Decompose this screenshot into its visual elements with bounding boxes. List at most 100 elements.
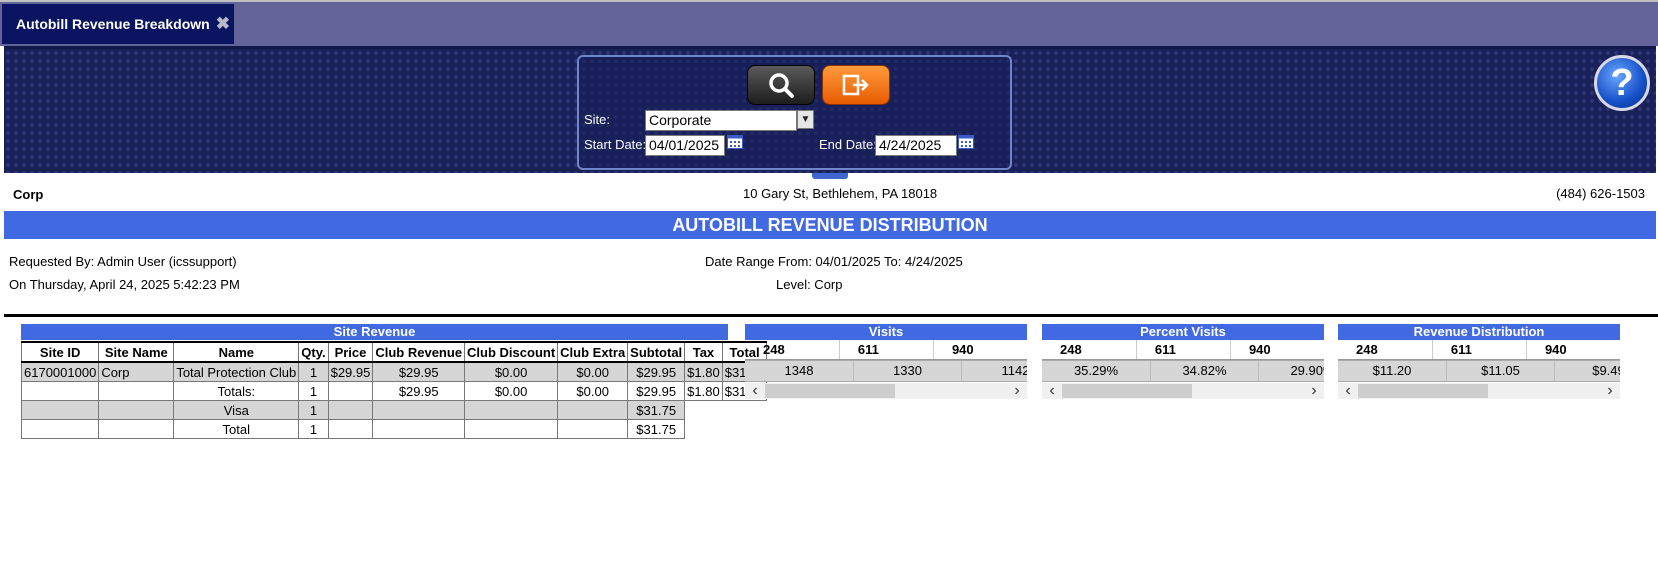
column-header: 940 xyxy=(932,340,1027,359)
totals-qty: 1 xyxy=(298,381,329,401)
cell-subtotal: $29.95 xyxy=(627,361,686,382)
cell-tax: $1.80 xyxy=(684,361,723,382)
chevron-left-icon[interactable]: ‹ xyxy=(745,382,765,400)
end-date-label: End Date: xyxy=(819,137,877,152)
visits-value: 1142 xyxy=(961,361,1027,381)
column-header: 248 xyxy=(1356,342,1378,357)
percent-visits-header: 248 611 940 xyxy=(1042,340,1324,360)
percent-visits-title: Percent Visits xyxy=(1042,324,1324,340)
percent-visits-value: 35.29% xyxy=(1073,363,1119,378)
divider xyxy=(4,314,1658,317)
help-icon[interactable]: ? xyxy=(1594,55,1650,111)
visits-value: 1330 xyxy=(853,361,961,381)
percent-visits-value: 29.90% xyxy=(1258,361,1324,381)
level: Level: Corp xyxy=(776,277,843,292)
revenue-distribution-value: $11.20 xyxy=(1372,363,1412,378)
visa-amount: $31.75 xyxy=(627,400,686,420)
report-title: AUTOBILL REVENUE DISTRIBUTION xyxy=(4,211,1656,239)
chevron-right-icon[interactable]: › xyxy=(1007,382,1027,400)
horizontal-scrollbar[interactable]: ‹ › xyxy=(1042,382,1324,400)
start-date-input[interactable]: 04/01/2025 xyxy=(645,135,725,156)
grand-total-row: Total 1 $31.75 xyxy=(20,419,767,439)
cell-site-name: Corp xyxy=(98,361,175,382)
cell-qty: 1 xyxy=(298,361,329,382)
export-button[interactable] xyxy=(822,65,890,105)
close-icon[interactable]: ✖ xyxy=(216,14,230,34)
scrollbar-thumb[interactable] xyxy=(1062,384,1192,398)
collapse-handle[interactable] xyxy=(812,173,848,179)
company-name: Corp xyxy=(13,187,44,202)
column-header: 611 xyxy=(838,340,933,359)
cell-club-discount: $0.00 xyxy=(464,361,559,382)
column-header: Subtotal xyxy=(627,341,686,363)
revenue-distribution-title: Revenue Distribution xyxy=(1338,324,1620,340)
totals-label: Totals: xyxy=(173,381,300,401)
visa-qty: 1 xyxy=(298,400,329,420)
column-header: Club Discount xyxy=(464,341,559,363)
column-header: Site ID xyxy=(20,341,100,363)
requested-by: Requested By: Admin User (icssupport) xyxy=(9,254,237,269)
column-header: 940 xyxy=(1525,340,1620,359)
calendar-icon[interactable] xyxy=(727,135,743,149)
date-range: Date Range From: 04/01/2025 To: 4/24/202… xyxy=(705,254,963,269)
start-date-label: Start Date: xyxy=(584,137,647,152)
horizontal-scrollbar[interactable]: ‹ › xyxy=(1338,382,1620,400)
table-row: $11.20 $11.05 $9.49 xyxy=(1338,360,1620,382)
visits-panel: Visits 248 611 940 1348 1330 1142 ‹ › xyxy=(745,324,1027,399)
company-address: 10 Gary St, Bethlehem, PA 18018 xyxy=(743,186,938,201)
scrollbar-track[interactable] xyxy=(1358,384,1600,398)
visits-header: 248 611 940 xyxy=(745,340,1027,360)
tab-bar: Autobill Revenue Breakdown ✖ xyxy=(0,0,1658,46)
table-row[interactable]: 6170001000 Corp Total Protection Club 1 … xyxy=(20,361,768,382)
end-date-input[interactable]: 4/24/2025 xyxy=(875,135,957,156)
totals-subtotal: $29.95 xyxy=(627,381,686,401)
magnifier-icon xyxy=(769,73,794,98)
site-select[interactable]: Corporate xyxy=(645,110,797,131)
column-header: 611 xyxy=(1431,340,1526,359)
totals-club-revenue: $29.95 xyxy=(372,381,466,401)
cell-name: Total Protection Club xyxy=(173,361,300,382)
column-header: 940 xyxy=(1229,340,1324,359)
cell-club-extra: $0.00 xyxy=(557,361,629,382)
chevron-left-icon[interactable]: ‹ xyxy=(1338,382,1358,400)
chevron-down-icon[interactable]: ▼ xyxy=(797,110,814,129)
totals-tax: $1.80 xyxy=(684,381,723,401)
scrollbar-track[interactable] xyxy=(765,384,1007,398)
requested-on: On Thursday, April 24, 2025 5:42:23 PM xyxy=(9,277,240,292)
horizontal-scrollbar[interactable]: ‹ › xyxy=(745,382,1027,400)
column-header: 611 xyxy=(1135,340,1230,359)
export-icon xyxy=(842,74,869,96)
tab-title: Autobill Revenue Breakdown xyxy=(16,16,210,32)
calendar-icon[interactable] xyxy=(958,135,974,149)
table-header-row: Site ID Site Name Name Qty. Price Club R… xyxy=(20,341,768,363)
cell-club-revenue: $29.95 xyxy=(372,361,466,382)
tab-autobill-revenue[interactable]: Autobill Revenue Breakdown ✖ xyxy=(2,4,234,44)
search-button[interactable] xyxy=(747,65,815,105)
column-header: Price xyxy=(327,341,374,363)
chevron-left-icon[interactable]: ‹ xyxy=(1042,382,1062,400)
site-label: Site: xyxy=(584,112,611,127)
company-phone: (484) 626-1503 xyxy=(1556,186,1645,201)
totals-club-discount: $0.00 xyxy=(464,381,559,401)
chevron-right-icon[interactable]: › xyxy=(1600,382,1620,400)
revenue-distribution-value: $9.49 xyxy=(1554,361,1620,381)
grand-total-qty: 1 xyxy=(298,419,329,439)
grand-total-amount: $31.75 xyxy=(627,419,686,439)
chevron-right-icon[interactable]: › xyxy=(1304,382,1324,400)
scrollbar-thumb[interactable] xyxy=(765,384,895,398)
scrollbar-track[interactable] xyxy=(1062,384,1304,398)
visits-value: 1348 xyxy=(784,363,814,378)
revenue-distribution-panel: Revenue Distribution 248 611 940 $11.20 … xyxy=(1338,324,1620,399)
column-header: 248 xyxy=(763,342,785,357)
revenue-distribution-value: $11.05 xyxy=(1446,361,1554,381)
filter-panel: Site: Corporate ▼ Start Date: 04/01/2025… xyxy=(4,46,1656,173)
scrollbar-thumb[interactable] xyxy=(1358,384,1488,398)
table-row: 35.29% 34.82% 29.90% xyxy=(1042,360,1324,382)
visits-title: Visits xyxy=(745,324,1027,340)
totals-row: Totals: 1 $29.95 $0.00 $0.00 $29.95 $1.8… xyxy=(20,381,768,401)
table-row: 1348 1330 1142 xyxy=(745,360,1027,382)
column-header: Site Name xyxy=(98,341,175,363)
column-header: Qty. xyxy=(298,341,329,363)
percent-visits-value: 34.82% xyxy=(1150,361,1258,381)
column-header: 248 xyxy=(1060,342,1082,357)
